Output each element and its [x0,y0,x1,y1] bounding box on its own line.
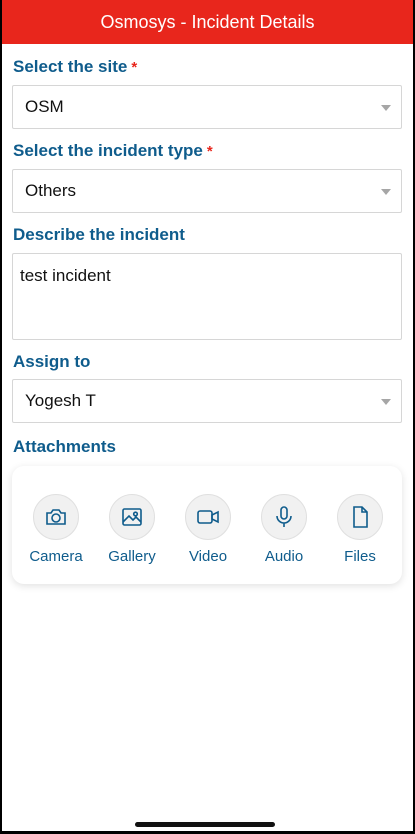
site-label-text: Select the site [13,57,128,76]
video-label: Video [188,548,228,565]
chevron-down-icon [381,189,391,195]
gallery-button[interactable]: Gallery [94,494,170,565]
description-label-text: Describe the incident [13,225,185,244]
incident-type-select[interactable]: Others [12,169,402,213]
attachments-label: Attachments [13,437,116,457]
description-label: Describe the incident [13,225,185,245]
camera-icon [46,509,66,525]
chevron-down-icon [381,399,391,405]
camera-circle [33,494,79,540]
gallery-label: Gallery [108,548,156,565]
site-label: Select the site * [13,57,137,77]
video-circle [185,494,231,540]
description-value: test incident [20,266,111,285]
required-mark: * [206,143,213,160]
attachments-card: Camera Gallery Video Audio Files [12,466,402,584]
audio-circle [261,494,307,540]
incident-type-value: Others [25,181,77,200]
file-icon [353,506,368,528]
image-icon [122,508,142,526]
incident-type-label: Select the incident type * [13,141,213,161]
microphone-icon [276,506,292,527]
site-select[interactable]: OSM [12,85,402,129]
chevron-down-icon [381,105,391,111]
audio-button[interactable]: Audio [246,494,322,565]
files-label: Files [344,548,376,565]
video-button[interactable]: Video [170,494,246,565]
app-header: Osmosys - Incident Details [2,0,413,44]
camera-label: Camera [29,548,83,565]
home-indicator[interactable] [135,822,275,827]
files-button[interactable]: Files [322,494,398,565]
required-mark: * [131,59,138,76]
camera-button[interactable]: Camera [18,494,94,565]
files-circle [337,494,383,540]
assign-label-text: Assign to [13,352,91,371]
screen: Osmosys - Incident Details Select the si… [2,0,413,831]
gallery-circle [109,494,155,540]
site-select-value: OSM [25,97,64,116]
assign-value: Yogesh T [25,391,96,410]
incident-type-label-text: Select the incident type [13,141,203,160]
assign-select[interactable]: Yogesh T [12,379,402,423]
audio-label: Audio [264,548,304,565]
attachments-label-text: Attachments [13,437,116,456]
description-textarea[interactable]: test incident [12,253,402,340]
assign-label: Assign to [13,352,90,372]
video-camera-icon [197,510,219,524]
page-title: Osmosys - Incident Details [100,11,315,32]
